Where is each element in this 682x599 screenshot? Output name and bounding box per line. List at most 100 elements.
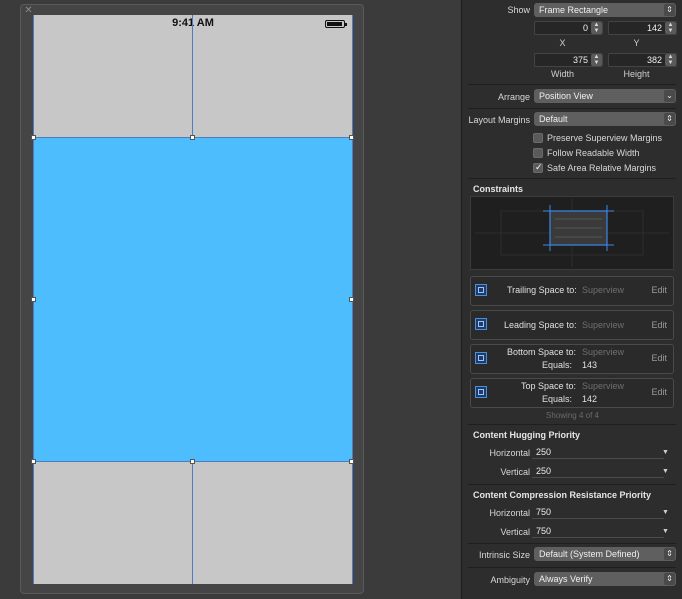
preserve-superview-margins-checkbox[interactable] — [533, 133, 543, 143]
constraint-top-space[interactable]: Top Space to: Superview Equals: 142 Edit — [470, 378, 674, 408]
resize-handle-bottom-right[interactable] — [349, 459, 354, 464]
resize-handle-bottom[interactable] — [190, 459, 195, 464]
resize-handle-right[interactable] — [349, 297, 354, 302]
x-field[interactable]: 0 ▲ ▼ — [534, 21, 603, 35]
hugging-vertical-combo[interactable]: 250 ▼ — [532, 465, 669, 478]
separator — [468, 108, 676, 109]
resize-handle-top-right[interactable] — [349, 135, 354, 140]
compression-horizontal-label: Horizontal — [489, 508, 530, 518]
chevron-down-icon[interactable]: ▼ — [662, 525, 672, 538]
hugging-horizontal-combo[interactable]: 250 ▼ — [532, 446, 669, 459]
x-stepper[interactable]: ▲ ▼ — [591, 22, 602, 34]
constraint-edit-button[interactable]: Edit — [651, 387, 667, 397]
constraint-equals-value: 142 — [582, 394, 598, 404]
constraint-label: Top Space to: — [521, 381, 577, 391]
separator — [468, 424, 676, 425]
y-label: Y — [633, 38, 640, 48]
arrange-popup-value: Position View — [539, 91, 593, 101]
device-screen[interactable]: 9:41 AM — [33, 15, 353, 584]
separator — [468, 84, 676, 85]
ambiguity-popup[interactable]: Always Verify ⇕ — [534, 572, 676, 586]
battery-icon — [325, 20, 347, 28]
hugging-title: Content Hugging Priority — [473, 430, 580, 440]
constraints-diagram[interactable] — [470, 196, 674, 270]
layout-margins-popup-value: Default — [539, 114, 568, 124]
resize-handle-top-left[interactable] — [31, 135, 36, 140]
hugging-vertical-label: Vertical — [500, 467, 530, 477]
y-stepper[interactable]: ▲ ▼ — [665, 22, 676, 34]
checkmark-icon: ✓ — [535, 162, 543, 172]
size-inspector: Show Frame Rectangle ⇕ 0 ▲ ▼ 142 ▲ ▼ X Y 3… — [461, 0, 682, 599]
top-constraint-icon — [475, 386, 487, 398]
separator — [468, 178, 676, 179]
show-popup[interactable]: Frame Rectangle ⇕ — [534, 3, 676, 17]
constraint-label: Leading Space to: — [504, 320, 577, 330]
chevron-down-icon[interactable]: ▼ — [662, 465, 672, 478]
constraint-equals-label: Equals: — [542, 360, 573, 370]
show-label: Show — [507, 5, 530, 15]
separator — [468, 543, 676, 544]
safe-area-relative-margins-label: Safe Area Relative Margins — [547, 163, 657, 173]
resize-handle-top[interactable] — [190, 135, 195, 140]
constraint-equals-label: Equals: — [542, 394, 573, 404]
constraint-target: Superview — [582, 320, 625, 330]
constraint-label: Trailing Space to: — [507, 285, 577, 295]
showing-count: Showing 4 of 4 — [546, 411, 599, 420]
resize-handle-left[interactable] — [31, 297, 36, 302]
compression-vertical-combo[interactable]: 750 ▼ — [532, 525, 669, 538]
height-stepper[interactable]: ▲ ▼ — [665, 54, 676, 66]
chevron-updown-icon: ⇕ — [664, 113, 675, 125]
separator — [468, 567, 676, 568]
constraint-edit-button[interactable]: Edit — [651, 285, 667, 295]
y-field[interactable]: 142 ▲ ▼ — [608, 21, 677, 35]
guide-line-top-center — [192, 15, 193, 137]
layout-margins-popup[interactable]: Default ⇕ — [534, 112, 676, 126]
selected-view[interactable] — [33, 137, 353, 461]
leading-constraint-icon — [475, 318, 487, 330]
show-popup-value: Frame Rectangle — [539, 5, 609, 15]
follow-readable-width-checkbox[interactable] — [533, 148, 543, 158]
constraints-diagram-graphic — [475, 199, 669, 267]
status-bar-time: 9:41 AM — [172, 17, 214, 29]
ambiguity-value: Always Verify — [539, 574, 593, 584]
intrinsic-size-popup[interactable]: Default (System Defined) ⇕ — [534, 547, 676, 561]
height-field-value: 382 — [646, 55, 662, 65]
width-field[interactable]: 375 ▲ ▼ — [534, 53, 603, 67]
chevron-down-icon[interactable]: ▼ — [662, 446, 672, 459]
close-icon[interactable]: ✕ — [24, 6, 33, 16]
constraint-edit-button[interactable]: Edit — [651, 353, 667, 363]
safe-area-relative-margins-checkbox[interactable]: ✓ — [533, 162, 543, 173]
resize-handle-bottom-left[interactable] — [31, 459, 36, 464]
width-label: Width — [550, 69, 574, 79]
storyboard-canvas[interactable]: ✕ 9:41 AM — [0, 0, 460, 599]
width-stepper[interactable]: ▲ ▼ — [591, 54, 602, 66]
constraint-trailing-space[interactable]: Trailing Space to: Superview Edit — [470, 276, 674, 306]
compression-vertical-label: Vertical — [500, 527, 530, 537]
compression-vertical-value: 750 — [536, 526, 552, 536]
arrange-label: Arrange — [497, 92, 530, 102]
follow-readable-width-label: Follow Readable Width — [547, 148, 640, 158]
hugging-horizontal-value: 250 — [536, 447, 552, 457]
chevron-down-icon: ⌄ — [664, 90, 675, 102]
chevron-down-icon[interactable]: ▼ — [662, 506, 672, 519]
compression-horizontal-combo[interactable]: 750 ▼ — [532, 506, 669, 519]
constraint-leading-space[interactable]: Leading Space to: Superview Edit — [470, 310, 674, 340]
guide-line-bottom-center — [192, 461, 193, 584]
preserve-superview-margins-label: Preserve Superview Margins — [547, 133, 663, 143]
separator — [468, 484, 676, 485]
constraint-edit-button[interactable]: Edit — [651, 320, 667, 330]
x-label: X — [559, 38, 566, 48]
chevron-updown-icon: ⇕ — [664, 548, 675, 560]
constraints-title: Constraints — [473, 184, 524, 194]
constraint-target: Superview — [582, 347, 625, 357]
layout-margins-label: Layout Margins — [468, 115, 530, 125]
compression-horizontal-value: 750 — [536, 507, 552, 517]
constraint-bottom-space[interactable]: Bottom Space to: Superview Equals: 143 E… — [470, 344, 674, 374]
arrange-popup[interactable]: Position View ⌄ — [534, 89, 676, 103]
intrinsic-size-value: Default (System Defined) — [539, 549, 640, 559]
height-field[interactable]: 382 ▲ ▼ — [608, 53, 677, 67]
trailing-constraint-icon — [475, 284, 487, 296]
bottom-constraint-icon — [475, 352, 487, 364]
hugging-horizontal-label: Horizontal — [489, 448, 530, 458]
constraint-target: Superview — [582, 381, 625, 391]
